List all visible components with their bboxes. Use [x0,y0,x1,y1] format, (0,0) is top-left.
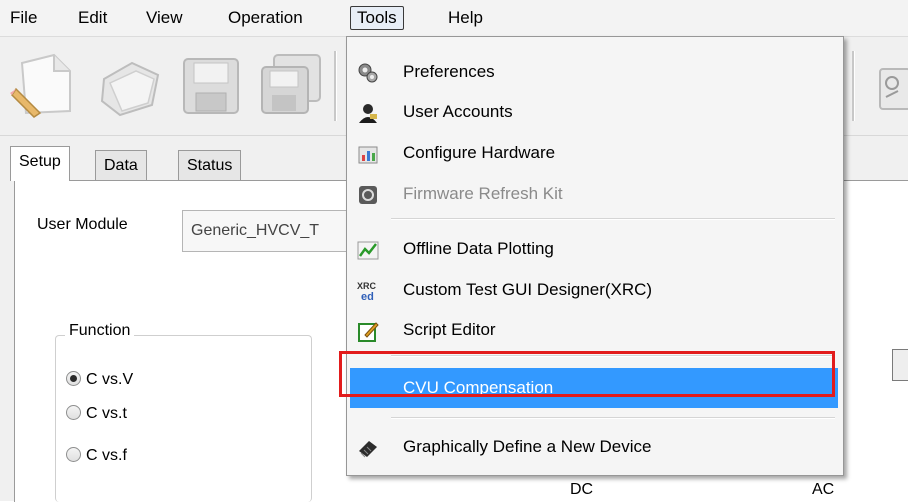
radio-c-vs-t[interactable]: C vs.t [66,403,127,425]
preferences-icon [358,63,378,83]
menu-item-offline-data-plotting[interactable]: Offline Data Plotting [347,229,841,269]
radio-button-selected[interactable] [66,371,81,387]
menu-bar: File Edit View Operation Tools Help [0,0,908,37]
menu-help[interactable]: Help [442,6,489,30]
menu-item-label: Custom Test GUI Designer(XRC) [403,280,653,299]
radio-button[interactable] [66,447,81,463]
menu-item-firmware-refresh-kit[interactable]: Firmware Refresh Kit [347,174,841,214]
plot-icon [357,241,379,260]
ac-label: AC [812,481,835,498]
firmware-icon [359,186,377,204]
new-document-icon[interactable] [10,49,80,121]
annotation-highlight-box [339,351,835,397]
radio-label: C vs.f [86,447,127,464]
configure-hardware-icon [358,146,378,164]
menu-item-label: Offline Data Plotting [403,239,554,258]
menu-file[interactable]: File [4,6,43,30]
menu-item-label: User Accounts [403,102,513,121]
save-all-icon[interactable] [256,49,326,121]
tab-data[interactable]: Data [95,150,147,180]
tab-setup[interactable]: Setup [10,146,70,181]
save-icon[interactable] [176,49,246,121]
menu-tools[interactable]: Tools [350,6,404,30]
menu-view[interactable]: View [140,6,189,30]
radio-button[interactable] [66,405,81,421]
device-icon [359,441,377,458]
menu-item-script-editor[interactable]: Script Editor [347,310,841,350]
menu-item-graphically-define-device[interactable]: Graphically Define a New Device [347,427,841,467]
dc-label: DC [570,481,594,498]
radio-label: C vs.t [86,405,127,422]
menu-separator [391,417,835,419]
menu-item-label: Preferences [403,62,495,81]
radio-c-vs-f[interactable]: C vs.f [66,445,127,467]
tab-status[interactable]: Status [178,150,242,180]
user-accounts-icon [359,104,377,123]
menu-item-configure-hardware[interactable]: Configure Hardware [347,133,841,173]
open-folder-icon[interactable] [96,49,166,121]
menu-edit[interactable]: Edit [72,6,113,30]
radio-label: C vs.V [86,371,134,388]
toolbar-separator [334,51,337,121]
menu-item-preferences[interactable]: Preferences [347,52,841,92]
menu-item-user-accounts[interactable]: User Accounts [347,92,841,132]
menu-item-label: Configure Hardware [403,143,556,162]
xrc-badge-bottom: ed [361,291,374,302]
function-group-title: Function [65,322,135,340]
settings-icon[interactable] [870,49,908,121]
menu-separator [391,218,835,220]
tools-dropdown-menu: Preferences User Accounts Configure Hard… [346,36,844,476]
xrc-badge-top: XRC [357,281,377,291]
menu-operation[interactable]: Operation [222,6,309,30]
menu-item-custom-test-gui-designer[interactable]: XRC ed Custom Test GUI Designer(XRC) [347,270,841,310]
script-editor-icon [358,322,379,342]
xrced-icon: XRC ed [357,281,377,302]
user-module-label: User Module [37,216,128,233]
cut-off-control[interactable] [892,349,908,381]
menu-item-label: Firmware Refresh Kit [403,184,563,203]
radio-c-vs-v[interactable]: C vs.V [66,369,133,391]
menu-item-label: Graphically Define a New Device [403,437,652,456]
menu-item-label: Script Editor [403,320,496,339]
toolbar-separator [852,51,855,121]
